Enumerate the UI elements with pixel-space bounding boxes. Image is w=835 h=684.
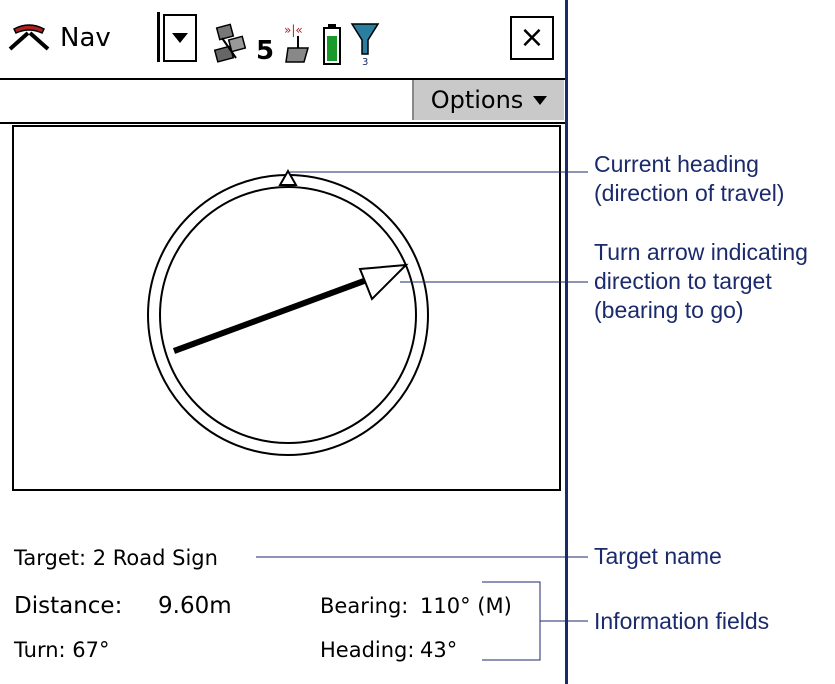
svg-text:3: 3 [362, 57, 368, 66]
callout-line: (direction of travel) [594, 180, 785, 206]
triangle-down-icon [172, 33, 188, 43]
close-button[interactable]: × [510, 16, 554, 60]
nav-label: Nav [60, 23, 111, 53]
target-field: Target: 2 Road Sign [14, 546, 218, 570]
turn-arrow-head-icon [358, 263, 409, 301]
satellite-count: 5 [256, 36, 275, 66]
bearing-value: 110° (M) [420, 594, 512, 618]
callout-target-name: Target name [594, 543, 722, 569]
menu-bar: Options [0, 80, 565, 124]
triangle-down-icon [533, 95, 548, 105]
bearing-label: Bearing: [320, 594, 409, 618]
pickaxe-icon [8, 24, 50, 51]
callout-current-heading: Current heading (direction of travel) [594, 150, 784, 208]
nav-dropdown-button[interactable] [163, 14, 197, 62]
callout-line: direction to target [594, 268, 772, 294]
callout-turn-arrow: Turn arrow indicating direction to targe… [594, 238, 808, 325]
separator [157, 12, 160, 62]
target-label: Target: [14, 546, 87, 570]
status-icons: 5 »|« 3 [212, 14, 380, 66]
distance-label: Distance: [14, 593, 123, 619]
callout-line: Turn arrow indicating [594, 239, 808, 265]
device-screen: Nav 5 »|« 3 × Options Target: 2 Road Sig… [0, 0, 568, 684]
filter-icon[interactable]: 3 [350, 18, 380, 66]
heading-label: Heading: [320, 638, 415, 662]
callout-line: (bearing to go) [594, 297, 744, 323]
title-bar: Nav 5 »|« 3 × [0, 0, 565, 80]
radio-tower-icon[interactable]: »|« [282, 22, 314, 66]
heading-marker-icon [278, 168, 298, 186]
svg-text:»|«: »|« [284, 23, 303, 37]
turn-value: 67° [72, 638, 110, 662]
options-menu-button[interactable]: Options [412, 80, 564, 120]
compass-inner-ring [159, 186, 417, 444]
compass-graphic [147, 168, 429, 456]
turn-arrow-shaft [172, 278, 366, 354]
compass-outer-ring [147, 174, 429, 456]
satellite-icon[interactable] [212, 22, 252, 66]
turn-field: Turn: 67° [14, 638, 110, 662]
options-label: Options [430, 86, 524, 114]
distance-value: 9.60m [158, 593, 232, 619]
callout-line: Current heading [594, 151, 759, 177]
turn-label: Turn: [14, 638, 66, 662]
compass-panel [12, 125, 561, 491]
battery-icon[interactable] [322, 22, 342, 66]
nav-menu-button[interactable]: Nav [6, 12, 158, 64]
target-value: 2 Road Sign [92, 546, 218, 570]
heading-value: 43° [420, 638, 458, 662]
callout-information-fields: Information fields [594, 608, 770, 634]
